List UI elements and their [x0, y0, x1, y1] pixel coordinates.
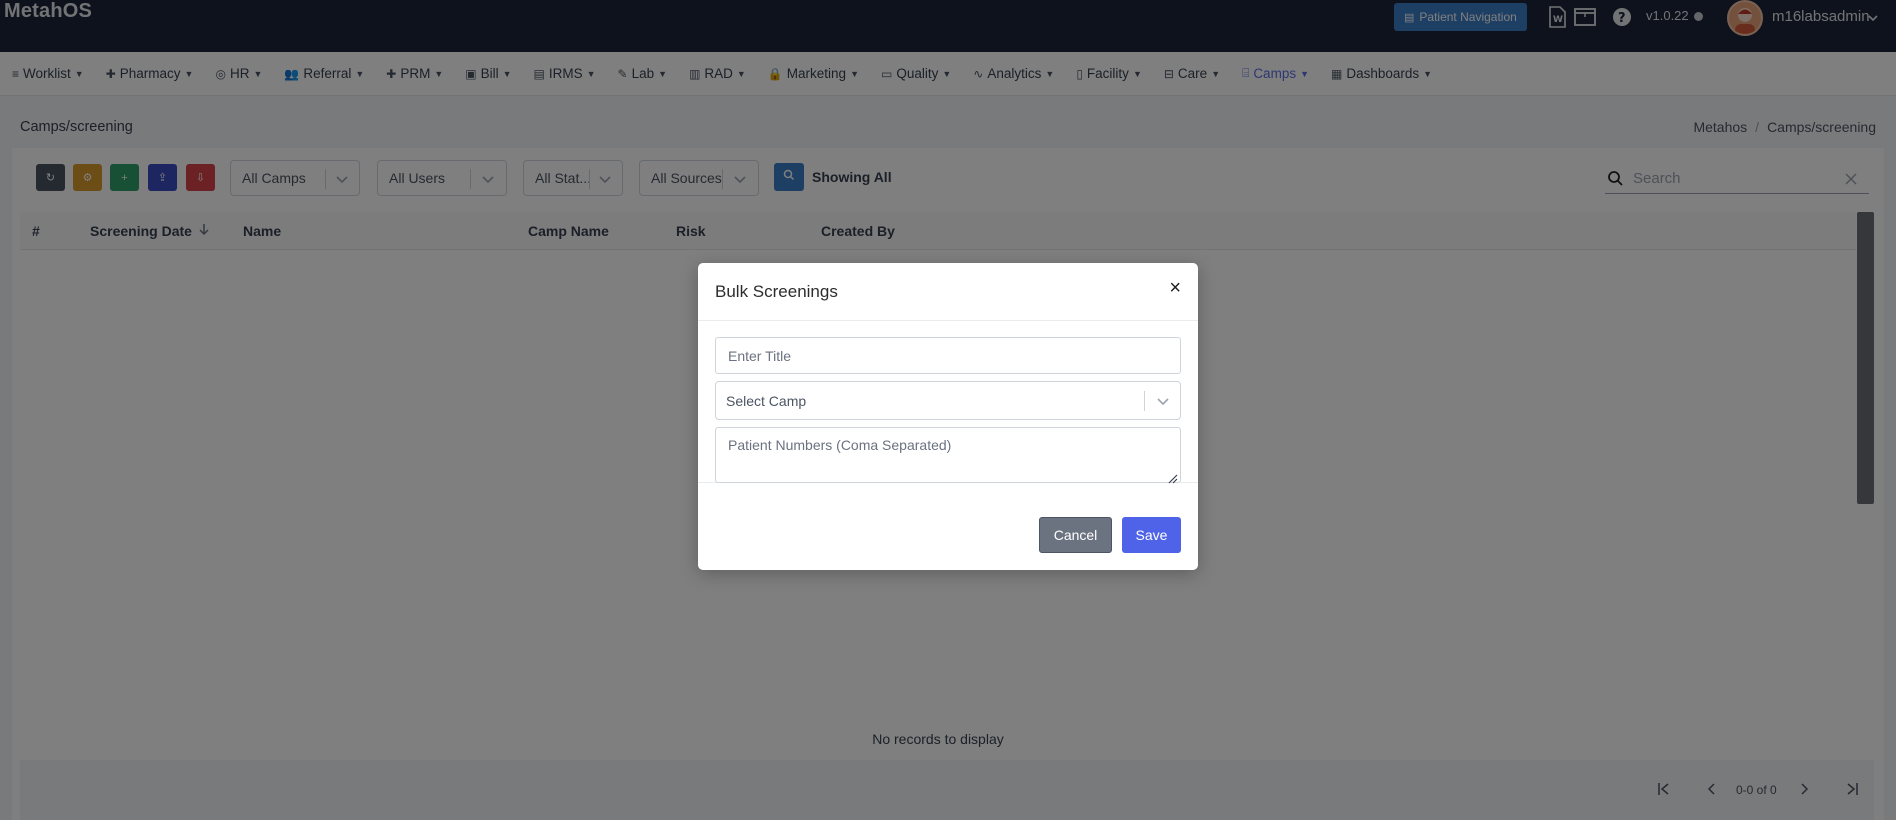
- bulk-screenings-modal: Bulk Screenings × Select Camp Cancel Sav…: [698, 263, 1198, 570]
- close-icon[interactable]: ×: [1169, 278, 1181, 298]
- resize-handle-icon[interactable]: [1168, 471, 1178, 489]
- camp-select[interactable]: Select Camp: [715, 381, 1181, 420]
- select-divider: [1144, 391, 1145, 411]
- patient-numbers-textarea[interactable]: [715, 427, 1181, 483]
- cancel-button[interactable]: Cancel: [1039, 517, 1112, 553]
- save-button[interactable]: Save: [1122, 517, 1181, 553]
- modal-header: Bulk Screenings ×: [698, 263, 1198, 321]
- modal-body: Select Camp: [698, 321, 1198, 484]
- camp-select-placeholder: Select Camp: [726, 392, 807, 409]
- title-input[interactable]: [715, 337, 1181, 374]
- modal-title: Bulk Screenings: [715, 282, 838, 301]
- chevron-down-icon: [1156, 394, 1170, 411]
